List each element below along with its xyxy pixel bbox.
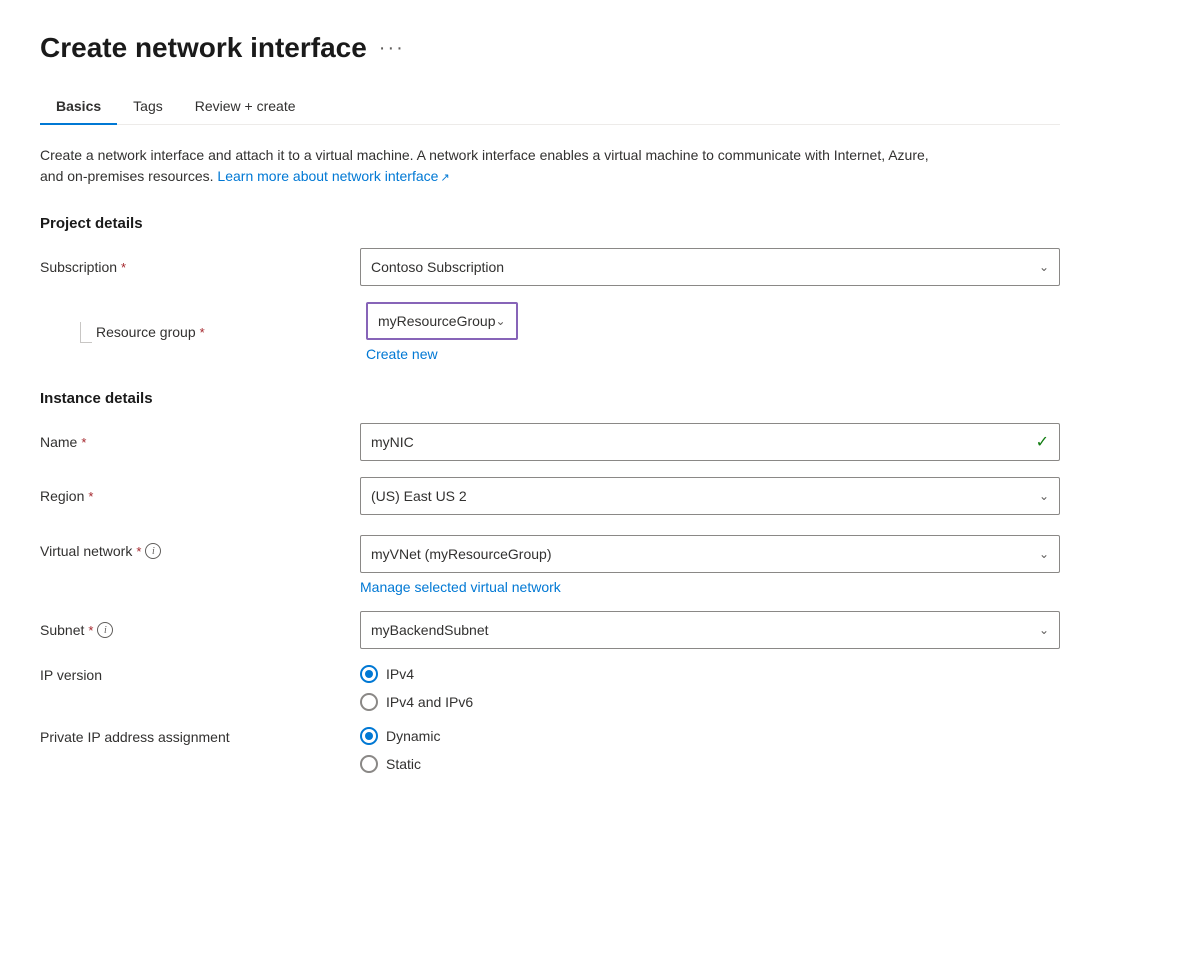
resource-group-control: myResourceGroup ⌄ Create new xyxy=(366,302,518,362)
name-required: * xyxy=(81,435,86,450)
virtual-network-dropdown[interactable]: myVNet (myResourceGroup) ⌄ xyxy=(360,535,1060,573)
subnet-required: * xyxy=(88,623,93,638)
subnet-dropdown[interactable]: myBackendSubnet ⌄ xyxy=(360,611,1060,649)
name-value: myNIC xyxy=(371,434,414,450)
private-ip-static-radio[interactable] xyxy=(360,755,378,773)
name-check-icon: ✓ xyxy=(1036,432,1049,452)
ip-version-control: IPv4 IPv4 and IPv6 xyxy=(360,665,1060,711)
private-ip-static-option[interactable]: Static xyxy=(360,755,1060,773)
subscription-chevron-icon: ⌄ xyxy=(1039,260,1049,274)
virtual-network-row: Virtual network * i myVNet (myResourceGr… xyxy=(40,531,1060,595)
ip-version-ipv4ipv6-option[interactable]: IPv4 and IPv6 xyxy=(360,693,1060,711)
region-dropdown[interactable]: (US) East US 2 ⌄ xyxy=(360,477,1060,515)
region-control: (US) East US 2 ⌄ xyxy=(360,477,1060,515)
instance-details-heading: Instance details xyxy=(40,390,1060,407)
subnet-label: Subnet * i xyxy=(40,622,360,638)
private-ip-row: Private IP address assignment Dynamic xyxy=(40,727,1060,773)
resource-group-row: Resource group * myResourceGroup ⌄ Creat… xyxy=(40,302,1060,362)
ip-version-ipv4ipv6-radio[interactable] xyxy=(360,693,378,711)
learn-more-link[interactable]: Learn more about network interface↗ xyxy=(217,168,449,184)
name-dropdown[interactable]: myNIC ✓ xyxy=(360,423,1060,461)
name-label: Name * xyxy=(40,434,360,450)
ip-version-ipv4-option[interactable]: IPv4 xyxy=(360,665,1060,683)
subnet-control: myBackendSubnet ⌄ xyxy=(360,611,1060,649)
tab-tags[interactable]: Tags xyxy=(117,88,179,124)
private-ip-control: Dynamic Static xyxy=(360,727,1060,773)
ip-version-radio-group: IPv4 IPv4 and IPv6 xyxy=(360,665,1060,711)
virtual-network-label: Virtual network * i xyxy=(40,535,360,559)
private-ip-dynamic-label: Dynamic xyxy=(386,728,440,744)
page-title: Create network interface xyxy=(40,32,367,64)
region-label: Region * xyxy=(40,488,360,504)
tab-review-create[interactable]: Review + create xyxy=(179,88,312,124)
ip-version-ipv4-radio[interactable] xyxy=(360,665,378,683)
subscription-label: Subscription * xyxy=(40,259,360,275)
virtual-network-value: myVNet (myResourceGroup) xyxy=(371,546,552,562)
resource-group-value: myResourceGroup xyxy=(378,313,496,329)
private-ip-dynamic-option[interactable]: Dynamic xyxy=(360,727,1060,745)
page-description: Create a network interface and attach it… xyxy=(40,145,940,187)
more-options-button[interactable]: ··· xyxy=(379,37,405,60)
external-link-icon: ↗ xyxy=(440,172,449,184)
private-ip-dynamic-radio[interactable] xyxy=(360,727,378,745)
subnet-info-icon[interactable]: i xyxy=(97,622,113,638)
subscription-dropdown[interactable]: Contoso Subscription ⌄ xyxy=(360,248,1060,286)
ip-version-ipv4-label: IPv4 xyxy=(386,666,414,682)
ip-version-row: IP version IPv4 IPv4 and IPv6 xyxy=(40,665,1060,711)
project-details-heading: Project details xyxy=(40,215,1060,232)
subnet-row: Subnet * i myBackendSubnet ⌄ xyxy=(40,611,1060,649)
project-details-section: Project details Subscription * Contoso S… xyxy=(40,215,1060,362)
subscription-control: Contoso Subscription ⌄ xyxy=(360,248,1060,286)
region-required: * xyxy=(88,489,93,504)
virtual-network-required: * xyxy=(136,544,141,559)
resource-group-chevron-icon: ⌄ xyxy=(496,314,506,328)
tab-basics[interactable]: Basics xyxy=(40,88,117,124)
region-value: (US) East US 2 xyxy=(371,488,467,504)
private-ip-dynamic-radio-inner xyxy=(365,732,373,740)
virtual-network-info-icon[interactable]: i xyxy=(145,543,161,559)
ip-version-label: IP version xyxy=(40,665,360,683)
name-row: Name * myNIC ✓ xyxy=(40,423,1060,461)
ip-version-ipv4ipv6-label: IPv4 and IPv6 xyxy=(386,694,473,710)
instance-details-section: Instance details Name * myNIC ✓ Region * xyxy=(40,390,1060,773)
subnet-value: myBackendSubnet xyxy=(371,622,489,638)
private-ip-radio-group: Dynamic Static xyxy=(360,727,1060,773)
virtual-network-chevron-icon: ⌄ xyxy=(1039,547,1049,561)
virtual-network-control: myVNet (myResourceGroup) ⌄ Manage select… xyxy=(360,535,1060,595)
resource-group-required: * xyxy=(200,325,205,340)
subnet-chevron-icon: ⌄ xyxy=(1039,623,1049,637)
name-control: myNIC ✓ xyxy=(360,423,1060,461)
region-chevron-icon: ⌄ xyxy=(1039,489,1049,503)
subscription-row: Subscription * Contoso Subscription ⌄ xyxy=(40,248,1060,286)
resource-group-label: Resource group * xyxy=(96,324,366,340)
create-new-link[interactable]: Create new xyxy=(366,346,438,362)
region-row: Region * (US) East US 2 ⌄ xyxy=(40,477,1060,515)
tab-bar: Basics Tags Review + create xyxy=(40,88,1060,125)
private-ip-label: Private IP address assignment xyxy=(40,727,360,745)
subscription-required: * xyxy=(121,260,126,275)
resource-group-dropdown[interactable]: myResourceGroup ⌄ xyxy=(366,302,518,340)
subscription-value: Contoso Subscription xyxy=(371,259,504,275)
manage-virtual-network-link[interactable]: Manage selected virtual network xyxy=(360,579,561,595)
ip-version-ipv4-radio-inner xyxy=(365,670,373,678)
private-ip-static-label: Static xyxy=(386,756,421,772)
